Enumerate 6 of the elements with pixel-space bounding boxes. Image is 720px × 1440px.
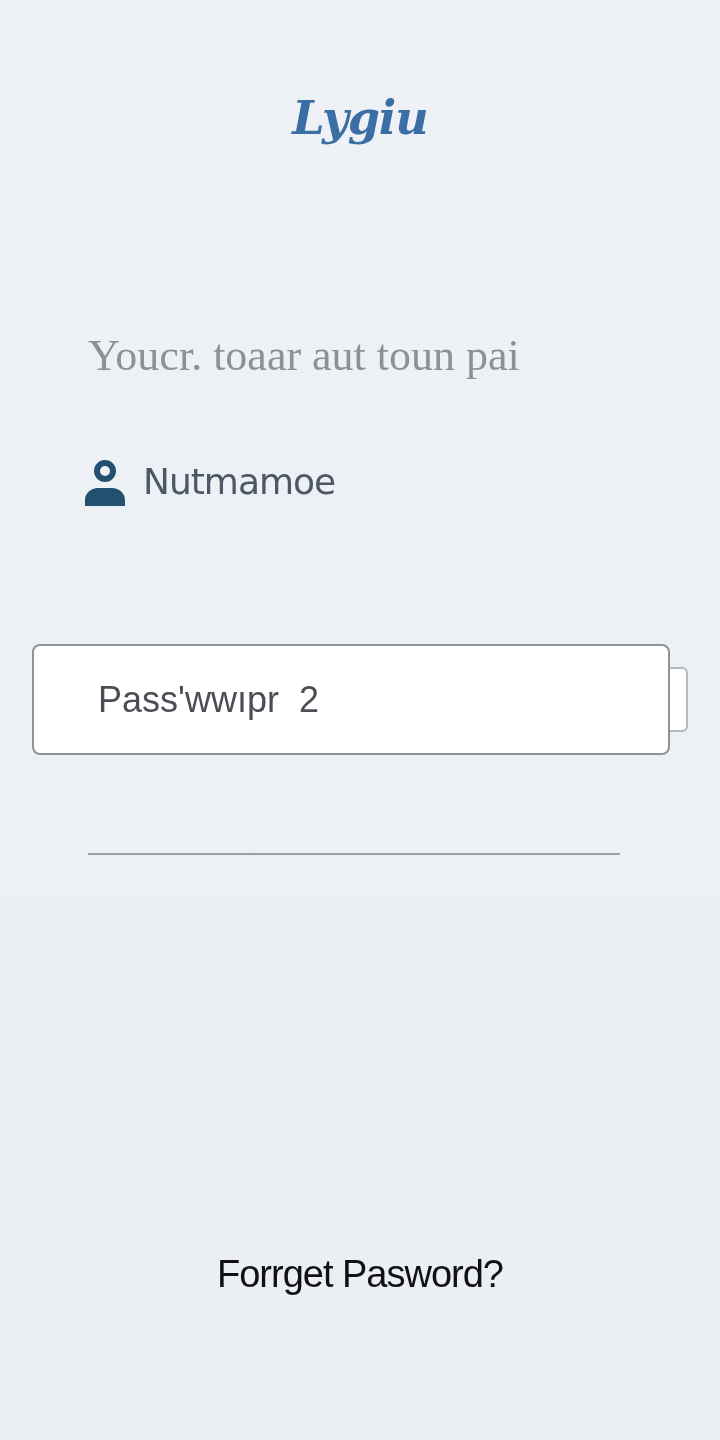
- forgot-password-link[interactable]: Forrget Pasword?: [217, 1250, 503, 1298]
- user-icon: [83, 458, 127, 506]
- password-field[interactable]: Pass'wwıpr 2: [32, 644, 670, 755]
- subtitle-text: Youcr. toaar aut toun pai: [88, 330, 520, 382]
- username-label[interactable]: Nutmamoe: [143, 458, 336, 506]
- logo-text: Lygiu: [292, 90, 428, 147]
